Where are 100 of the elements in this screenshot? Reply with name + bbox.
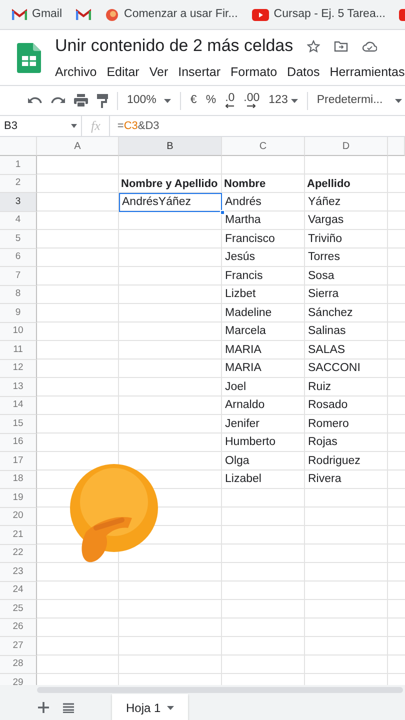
percent-button[interactable]: %	[206, 92, 216, 110]
cloud-icon[interactable]	[362, 40, 378, 52]
caret-icon[interactable]	[164, 98, 172, 102]
table-cell[interactable]: Rivera	[305, 470, 388, 489]
table-cell[interactable]: Rodriguez	[305, 452, 388, 470]
table-cell[interactable]: SALAS	[305, 341, 388, 360]
zoom-dropdown[interactable]: 100%	[127, 92, 172, 110]
row-header[interactable]: 24	[0, 582, 37, 600]
row-header[interactable]: 4	[0, 212, 37, 230]
mail-icon[interactable]	[12, 9, 27, 20]
table-cell[interactable]: Humberto	[222, 434, 305, 452]
menu-item[interactable]: Archivo	[55, 62, 97, 82]
paint-format-icon[interactable]	[97, 94, 108, 108]
row-header[interactable]: 27	[0, 637, 37, 656]
row-header[interactable]: 6	[0, 248, 37, 267]
name-box[interactable]: B3	[0, 116, 82, 136]
row-header[interactable]: 25	[0, 600, 37, 618]
table-cell[interactable]: AndrésYáñez	[119, 193, 222, 212]
table-cell[interactable]: Triviño	[305, 230, 388, 248]
table-cell[interactable]: Lizbet	[222, 286, 305, 304]
table-cell[interactable]: Andrés	[222, 193, 305, 212]
row-header[interactable]: 1	[0, 156, 37, 174]
font-dropdown[interactable]: Predetermi...	[316, 92, 402, 110]
table-cell[interactable]: Martha	[222, 212, 305, 230]
table-cell[interactable]: Romero	[305, 415, 388, 434]
row-header[interactable]: 9	[0, 304, 37, 322]
table-cell[interactable]: Yáñez	[305, 193, 388, 212]
row-header[interactable]: 29	[0, 674, 37, 685]
corner-cell[interactable]	[0, 137, 37, 156]
table-cell[interactable]: Lizabel	[222, 470, 305, 489]
play-icon[interactable]	[252, 8, 269, 20]
table-cell[interactable]: Francis	[222, 267, 305, 286]
menu-item[interactable]: Ver	[149, 62, 168, 82]
table-cell[interactable]: SACCONI	[305, 360, 388, 378]
row-header[interactable]: 21	[0, 526, 37, 544]
scrollbar[interactable]	[37, 687, 403, 693]
row-header[interactable]: 11	[0, 341, 37, 360]
globe-icon[interactable]	[105, 8, 120, 22]
table-cell[interactable]: Nombre	[222, 174, 305, 193]
row-header[interactable]: 12	[0, 360, 37, 378]
table-cell[interactable]: Marcela	[222, 322, 305, 341]
table-cell[interactable]: Sierra	[305, 286, 388, 304]
table-cell[interactable]: Arnaldo	[222, 396, 305, 415]
row-header[interactable]: 26	[0, 618, 37, 637]
row-header[interactable]: 16	[0, 434, 37, 452]
star-icon[interactable]	[307, 40, 320, 53]
menu-item[interactable]: Editar	[106, 62, 140, 82]
table-cell[interactable]: Apellido	[305, 174, 388, 193]
row-header[interactable]: 22	[0, 544, 37, 563]
row-header[interactable]: 28	[0, 656, 37, 674]
list-icon[interactable]	[63, 702, 74, 712]
row-header[interactable]: 13	[0, 378, 37, 396]
table-cell[interactable]: Joel	[222, 378, 305, 396]
column-header[interactable]: B	[119, 137, 222, 156]
row-header[interactable]: 19	[0, 489, 37, 508]
table-cell[interactable]: Francisco	[222, 230, 305, 248]
caret-icon[interactable]	[394, 98, 402, 102]
row-header[interactable]: 20	[0, 508, 37, 526]
menu-item[interactable]: Herramientas	[330, 62, 405, 82]
table-cell[interactable]: Sosa	[305, 267, 388, 286]
table-cell[interactable]: MARIA	[222, 360, 305, 378]
table-cell[interactable]: Rojas	[305, 434, 388, 452]
sheet-tab[interactable]: Hoja 1	[112, 694, 188, 720]
column-header[interactable]: D	[305, 137, 388, 156]
decrease-decimals-button[interactable]: .0	[225, 92, 235, 108]
bookmark-link[interactable]: Comenzar a usar Fir...	[105, 6, 238, 24]
caret-icon[interactable]	[290, 98, 298, 102]
table-cell[interactable]: Olga	[222, 452, 305, 470]
table-cell[interactable]: Salinas	[305, 322, 388, 341]
redo-icon[interactable]	[51, 96, 65, 106]
menu-item[interactable]: Insertar	[178, 62, 220, 82]
sheets-logo-icon[interactable]	[17, 42, 41, 72]
table-cell[interactable]: Nombre y Apellido	[119, 174, 222, 193]
print-icon[interactable]	[74, 94, 88, 107]
currency-button[interactable]: €	[190, 92, 197, 110]
table-cell[interactable]: Vargas	[305, 212, 388, 230]
table-cell[interactable]: Rosado	[305, 396, 388, 415]
caret-icon[interactable]	[166, 706, 174, 710]
row-header[interactable]: 10	[0, 322, 37, 341]
menu-item[interactable]: Formato	[230, 62, 278, 82]
mail-icon[interactable]	[76, 9, 92, 20]
row-header[interactable]: 2	[0, 174, 37, 193]
row-header[interactable]: 14	[0, 396, 37, 415]
row-header[interactable]: 18	[0, 470, 37, 489]
menu-item[interactable]: Datos	[287, 62, 320, 82]
table-cell[interactable]: Jesús	[222, 248, 305, 267]
add-icon[interactable]	[38, 702, 49, 713]
table-cell[interactable]: Jenifer	[222, 415, 305, 434]
increase-decimals-button[interactable]: .00	[244, 92, 260, 108]
folder-icon[interactable]	[334, 40, 348, 52]
row-header[interactable]: 17	[0, 452, 37, 470]
row-header[interactable]: 7	[0, 267, 37, 286]
row-header[interactable]: 5	[0, 230, 37, 248]
number-format-dropdown[interactable]: 123	[268, 92, 298, 110]
row-header[interactable]: 8	[0, 286, 37, 304]
bookmark-link[interactable]: Cursap - Ej. 5 Tarea...	[252, 6, 386, 24]
row-header[interactable]: 15	[0, 415, 37, 434]
column-header[interactable]: A	[37, 137, 119, 156]
undo-icon[interactable]	[28, 96, 42, 106]
bookmark-link[interactable]: Gmail	[12, 6, 62, 24]
